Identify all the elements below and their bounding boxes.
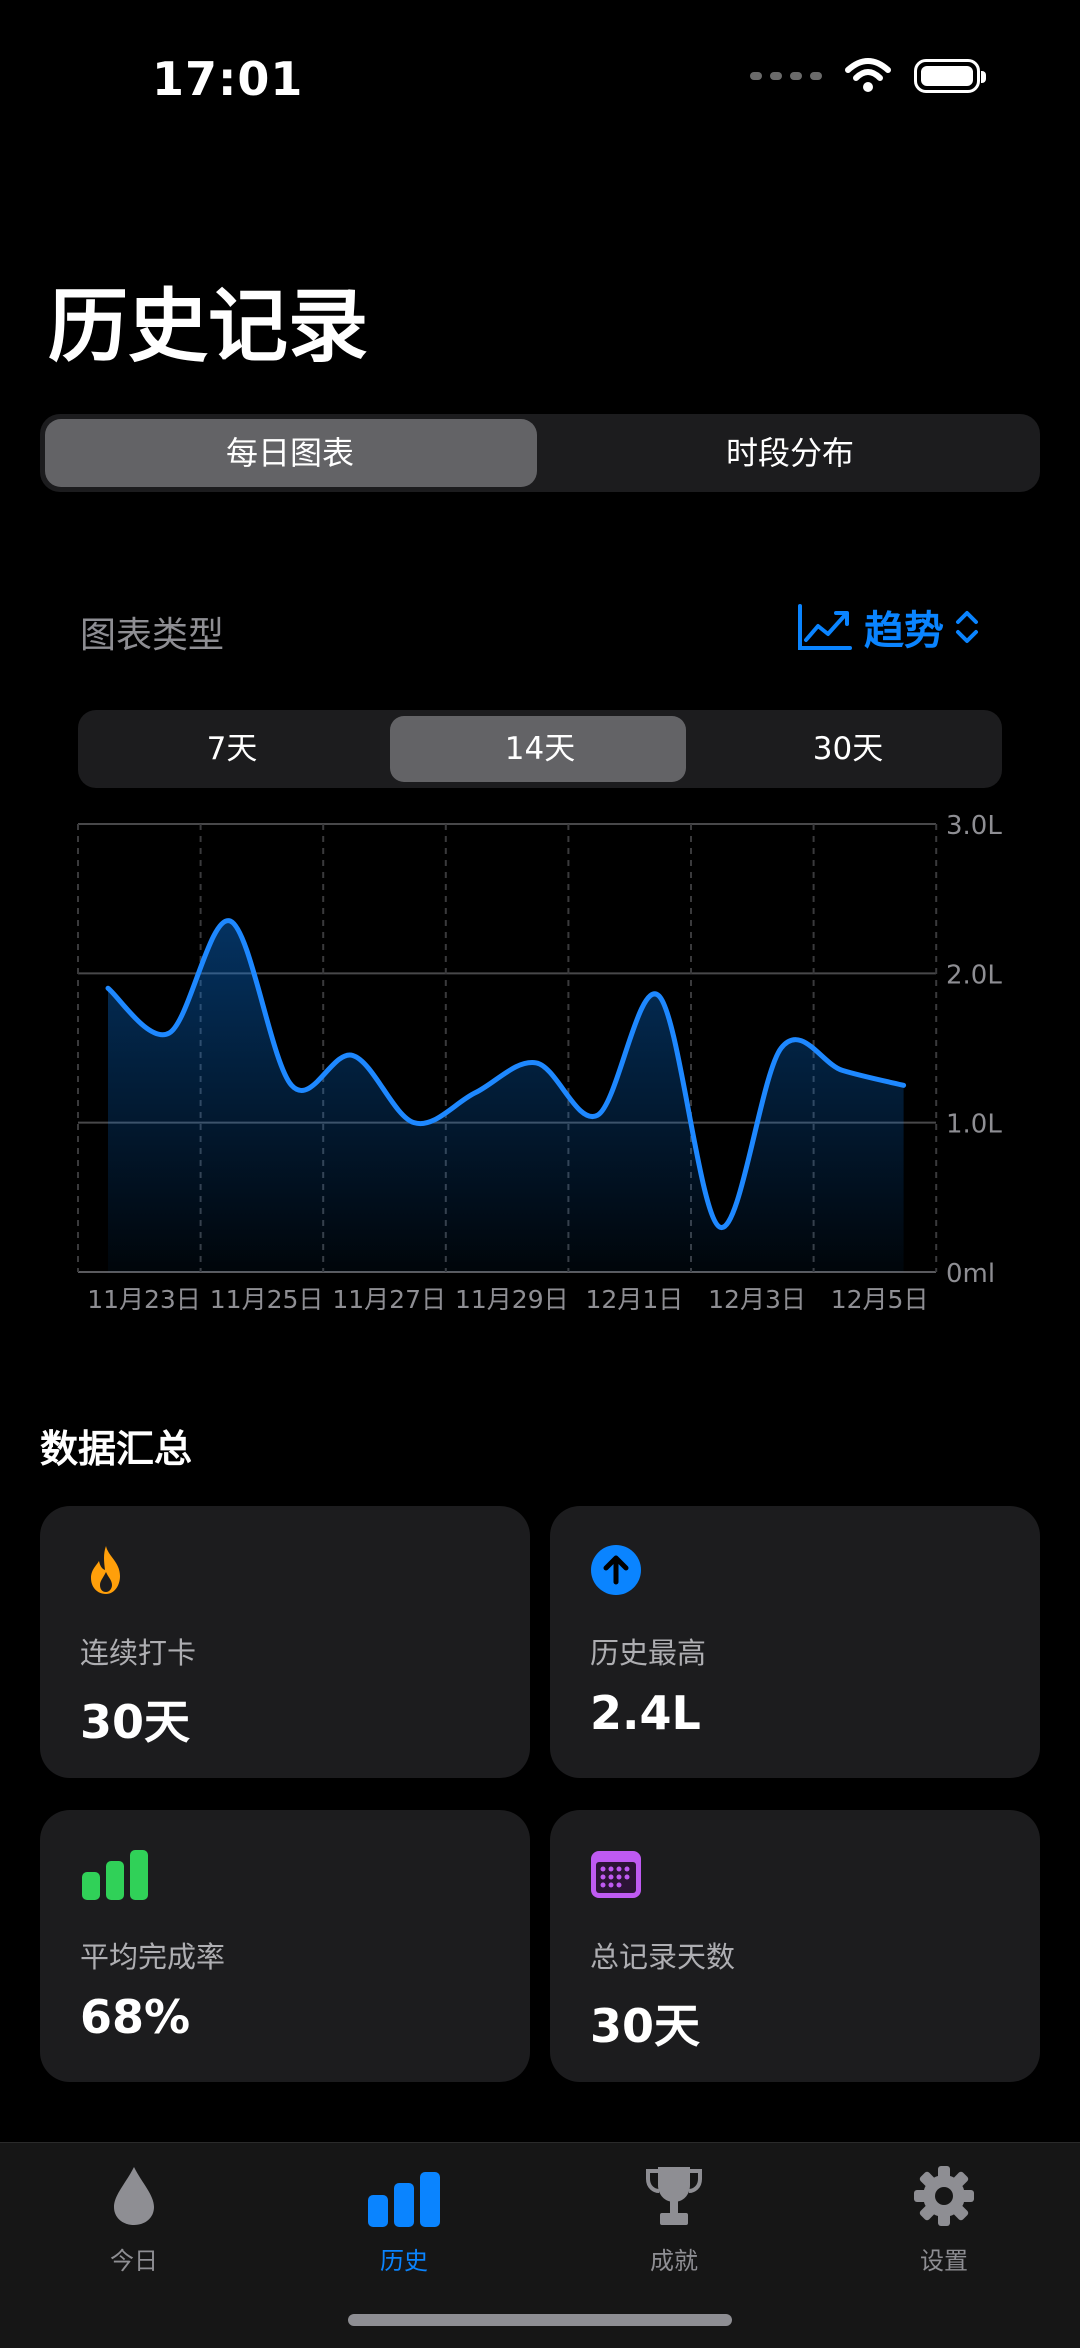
view-segmented-control: 每日图表 时段分布 bbox=[40, 414, 1040, 492]
segment-time-distribution[interactable]: 时段分布 bbox=[540, 414, 1040, 492]
chart-type-label: 图表类型 bbox=[80, 615, 225, 656]
x-tick-label: 11月23日 bbox=[87, 1285, 201, 1314]
trend-chart-icon bbox=[798, 604, 852, 650]
x-tick-label: 11月25日 bbox=[210, 1285, 324, 1314]
tab-label: 历史 bbox=[380, 2247, 428, 2275]
arrow-up-circle-icon bbox=[591, 1545, 641, 1595]
wifi-icon bbox=[845, 58, 891, 92]
card-avg-completion: 平均完成率 68% bbox=[40, 1810, 530, 2082]
home-indicator bbox=[348, 2314, 732, 2326]
chart-bars-icon bbox=[368, 2172, 440, 2227]
tab-today[interactable]: 今日 bbox=[34, 2157, 234, 2276]
gear-icon bbox=[914, 2166, 974, 2226]
chart-type-picker[interactable]: 趋势 bbox=[796, 598, 980, 656]
flame-icon bbox=[91, 1546, 120, 1594]
x-tick-label: 12月3日 bbox=[708, 1285, 806, 1314]
page-title: 历史记录 bbox=[48, 280, 368, 373]
drop-icon bbox=[114, 2167, 154, 2225]
x-tick-label: 12月1日 bbox=[586, 1285, 684, 1314]
segment-daily-chart[interactable]: 每日图表 bbox=[40, 414, 540, 492]
chart-type-value: 趋势 bbox=[864, 608, 944, 654]
range-segmented-control: 7天 14天 30天 bbox=[78, 710, 1002, 788]
chevron-up-down-icon bbox=[956, 611, 978, 643]
tab-label: 成就 bbox=[650, 2247, 698, 2275]
range-7-days[interactable]: 7天 bbox=[78, 710, 386, 788]
status-time: 17:01 bbox=[152, 52, 304, 106]
status-indicators bbox=[750, 58, 986, 94]
y-tick-label: 0ml bbox=[946, 1259, 995, 1289]
range-30-days[interactable]: 30天 bbox=[694, 710, 1002, 788]
card-label: 总记录天数 bbox=[590, 1940, 736, 1974]
card-record-high: 历史最高 2.4L bbox=[550, 1506, 1040, 1778]
tab-label: 设置 bbox=[920, 2247, 968, 2275]
x-tick-label: 11月29日 bbox=[455, 1285, 569, 1314]
card-value: 30天 bbox=[590, 1999, 701, 2053]
tab-achievements[interactable]: 成就 bbox=[574, 2157, 774, 2276]
card-label: 连续打卡 bbox=[80, 1636, 197, 1670]
card-label: 平均完成率 bbox=[80, 1940, 226, 1974]
signal-dots-icon bbox=[750, 72, 822, 80]
x-tick-label: 12月5日 bbox=[831, 1285, 929, 1314]
range-14-days[interactable]: 14天 bbox=[386, 710, 694, 788]
card-value: 2.4L bbox=[590, 1686, 701, 1740]
y-tick-label: 2.0L bbox=[946, 960, 1002, 990]
y-tick-label: 1.0L bbox=[946, 1110, 1002, 1140]
y-tick-label: 3.0L bbox=[946, 811, 1002, 841]
trophy-icon bbox=[646, 2167, 702, 2225]
card-streak: 连续打卡 30天 bbox=[40, 1506, 530, 1778]
summary-title: 数据汇总 bbox=[40, 1427, 193, 1471]
card-total-days: 总记录天数 30天 bbox=[550, 1810, 1040, 2082]
card-value: 30天 bbox=[80, 1695, 191, 1749]
card-value: 68% bbox=[80, 1990, 191, 2044]
tab-settings[interactable]: 设置 bbox=[844, 2157, 1044, 2276]
intake-trend-chart: 0ml 1.0L 2.0L 3.0L 11月23日 11月25日 11月27日 11月29日 1… bbox=[77, 811, 1002, 1314]
tab-history[interactable]: 历史 bbox=[304, 2157, 504, 2276]
bar-chart-icon bbox=[82, 1850, 148, 1900]
card-label: 历史最高 bbox=[590, 1636, 707, 1670]
x-tick-label: 11月27日 bbox=[332, 1285, 446, 1314]
battery-icon bbox=[914, 59, 986, 93]
calendar-icon bbox=[591, 1851, 641, 1898]
tab-label: 今日 bbox=[110, 2247, 158, 2275]
